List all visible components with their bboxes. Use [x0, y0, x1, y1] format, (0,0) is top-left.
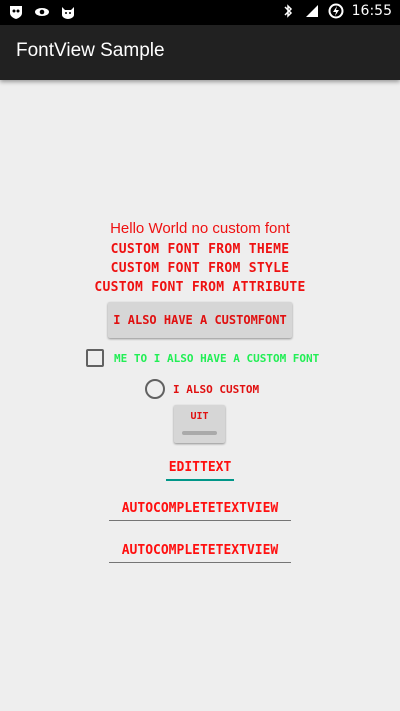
custom-font-theme-text: Custom font from theme [110, 242, 290, 257]
status-right-icons: 16:55 [280, 3, 392, 19]
app-bar: FontView Sample [0, 25, 400, 80]
custom-font-radio[interactable]: I also custom [145, 379, 259, 399]
app-title: FontView Sample [16, 40, 165, 61]
toggle-label: uit [190, 411, 209, 422]
status-bar: 16:55 [0, 0, 400, 25]
mask-icon [8, 4, 24, 20]
main-content: Hello World no custom font Custom font f… [0, 80, 400, 711]
radio-label: I also custom [173, 382, 260, 396]
autocomplete-field-1[interactable]: AutoCompleteTextView [109, 501, 291, 521]
edittext-field[interactable]: EditText [166, 460, 234, 481]
radio-circle[interactable] [145, 379, 165, 399]
checkbox-label: me to I also have a custom font [114, 351, 320, 365]
autocomplete-field-2[interactable]: AutoCompleteTextView [109, 543, 291, 563]
hello-text: Hello World no custom font [110, 220, 290, 237]
status-left-icons [8, 4, 76, 20]
cat-icon [60, 4, 76, 20]
custom-font-checkbox[interactable]: me to I also have a custom font [86, 349, 319, 367]
custom-font-attribute-text: Custom font from attribute [94, 280, 306, 295]
eye-icon [34, 4, 50, 20]
custom-font-button-label: I also have a customfont [113, 313, 287, 327]
checkbox-box[interactable] [86, 349, 104, 367]
toggle-indicator [182, 431, 217, 435]
custom-font-style-text: Custom font from style [110, 261, 290, 276]
custom-font-button[interactable]: I also have a customfont [108, 302, 292, 338]
lte-signal-icon [304, 3, 320, 19]
toggle-button[interactable]: uit [174, 405, 225, 443]
battery-charging-icon [328, 3, 344, 19]
status-time: 16:55 [351, 3, 392, 19]
bluetooth-icon [280, 3, 296, 19]
